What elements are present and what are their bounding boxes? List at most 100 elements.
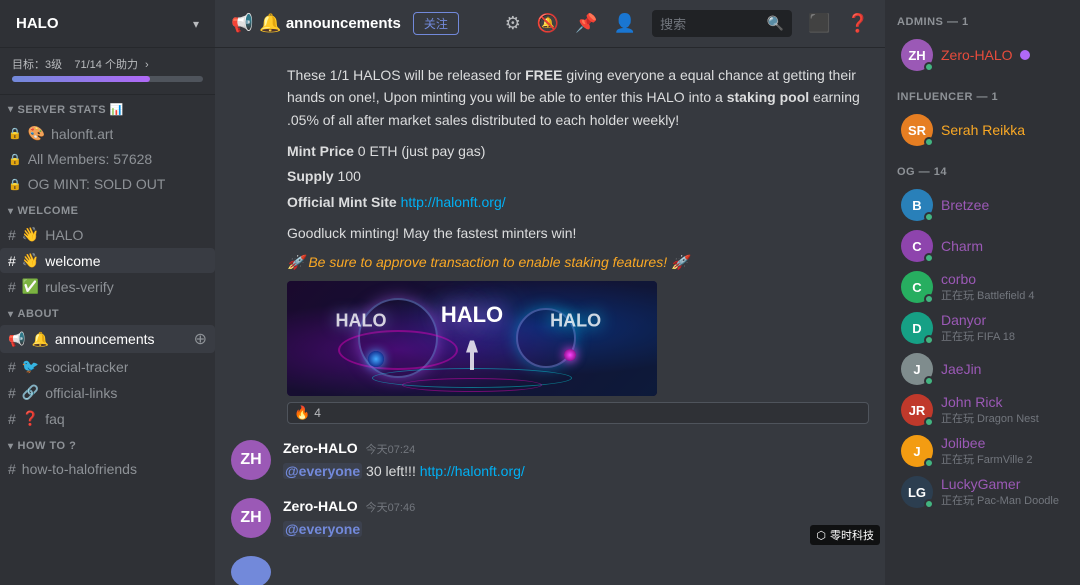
member-info-charm: Charm — [941, 238, 1064, 254]
member-status-john-rick: 正在玩 Dragon Nest — [941, 410, 1064, 426]
member-corbo[interactable]: C corbo 正在玩 Battlefield 4 — [889, 267, 1076, 307]
boost-section: 目标：3级 71/14 个助力 › — [0, 48, 215, 95]
server-header[interactable]: HALO ▾ — [0, 0, 215, 48]
hash-icon: # — [8, 385, 16, 401]
channel-halonft-art[interactable]: 🔒 🎨 halonft.art — [0, 121, 215, 146]
message-group-4 — [215, 548, 885, 585]
member-info-danyor: Danyor 正在玩 FIFA 18 — [941, 312, 1064, 344]
member-info-jaejin: JaeJin — [941, 361, 1064, 377]
section-arrow: ▾ — [8, 309, 14, 320]
halo-badge — [1020, 50, 1030, 60]
reaction-fire[interactable]: 🔥 4 — [287, 402, 869, 424]
section-arrow: ▾ — [8, 206, 14, 217]
status-dot — [924, 458, 934, 468]
message-group-1: These 1/1 HALOS will be released for FRE… — [215, 56, 885, 432]
members-icon[interactable]: 👤 — [614, 13, 636, 34]
member-name-bretzee: Bretzee — [941, 197, 1064, 213]
pin-icon[interactable]: 📌 — [575, 13, 597, 34]
member-info-jolibee: Jolibee 正在玩 FarmVille 2 — [941, 435, 1064, 467]
member-charm[interactable]: C Charm — [889, 226, 1076, 266]
message-content-3: Zero-HALO 今天07:46 @everyone — [283, 498, 869, 540]
supply-label: Supply — [287, 168, 334, 184]
message-content-2: Zero-HALO 今天07:24 @everyone 30 left!!! h… — [283, 440, 869, 482]
message-meta-3: Zero-HALO 今天07:46 — [283, 498, 869, 515]
channel-announcements[interactable]: 📢 🔔 announcements ⊕ — [0, 325, 215, 353]
bold-free: FREE — [525, 67, 562, 83]
add-channel-button[interactable]: ⊕ — [194, 329, 207, 349]
member-luckygamer[interactable]: LG LuckyGamer 正在玩 Pac-Man Doodle — [889, 472, 1076, 512]
channel-faq[interactable]: # ❓ faq — [0, 406, 215, 431]
boost-bar-fill — [12, 76, 150, 82]
channel-social-tracker[interactable]: # 🐦 social-tracker — [0, 354, 215, 379]
section-og-label: OG — 14 — [885, 158, 1080, 184]
channel-how-to-halofriends[interactable]: # how-to-halofriends — [0, 457, 215, 481]
channel-label: OG MINT: SOLD OUT — [28, 176, 166, 192]
section-label-welcome[interactable]: ▾ WELCOME — [0, 197, 215, 221]
message-body-3: @everyone — [283, 519, 869, 540]
member-jaejin[interactable]: J JaeJin — [889, 349, 1076, 389]
channel-official-links[interactable]: # 🔗 official-links — [0, 380, 215, 405]
check-emoji: ✅ — [22, 278, 39, 295]
inbox-icon[interactable]: ⬛ — [808, 13, 830, 34]
right-sidebar: ⬡ 零时科技 ADMINS — 1 ZH Zero-HALO INFLUENCE… — [885, 0, 1080, 585]
messages-container: These 1/1 HALOS will be released for FRE… — [215, 48, 885, 585]
avatar-serah: SR — [901, 114, 933, 146]
help-icon[interactable]: ❓ — [847, 13, 869, 34]
section-arrow: ▾ — [8, 441, 14, 452]
mint-price-label: Mint Price — [287, 143, 354, 159]
follow-button[interactable]: 关注 — [413, 12, 459, 35]
channel-rules-verify[interactable]: # ✅ rules-verify — [0, 274, 215, 299]
section-admins-label: ADMINS — 1 — [885, 8, 1080, 34]
section-label-server-stats[interactable]: ▾ SERVER STATS 📊 — [0, 95, 215, 120]
avatar-luckygamer: LG — [901, 476, 933, 508]
hash-icon: # — [8, 359, 16, 375]
hash-icon: # — [8, 279, 16, 295]
section-label-about[interactable]: ▾ ABOUT — [0, 300, 215, 324]
bell-mute-icon[interactable]: 🔕 — [537, 13, 559, 34]
channel-emoji: 🎨 — [28, 125, 45, 142]
channel-og-mint[interactable]: 🔒 OG MINT: SOLD OUT — [0, 172, 215, 196]
hash-icon: # — [8, 411, 16, 427]
hash-icon: # — [8, 253, 16, 269]
member-jolibee[interactable]: J Jolibee 正在玩 FarmVille 2 — [889, 431, 1076, 471]
timestamp-3: 今天07:46 — [366, 499, 416, 515]
message-body-2: @everyone 30 left!!! http://halonft.org/ — [283, 461, 869, 482]
channel-welcome[interactable]: # 👋 welcome — [0, 248, 215, 273]
member-info-serah: Serah Reikka — [941, 122, 1064, 138]
member-bretzee[interactable]: B Bretzee — [889, 185, 1076, 225]
message-text-mint: Mint Price 0 ETH (just pay gas) Supply 1… — [287, 139, 869, 215]
avatar-jaejin: J — [901, 353, 933, 385]
channel-label: halonft.art — [51, 126, 113, 142]
member-info-bretzee: Bretzee — [941, 197, 1064, 213]
member-serah[interactable]: SR Serah Reikka — [889, 110, 1076, 150]
status-dot — [924, 253, 934, 263]
status-dot — [924, 376, 934, 386]
channel-label: welcome — [45, 253, 100, 269]
channel-all-members[interactable]: 🔒 All Members: 57628 — [0, 147, 215, 171]
message-text-2: 30 left!!! — [366, 463, 420, 479]
member-info-luckygamer: LuckyGamer 正在玩 Pac-Man Doodle — [941, 476, 1064, 508]
member-info-corbo: corbo 正在玩 Battlefield 4 — [941, 271, 1064, 303]
member-zero-halo[interactable]: ZH Zero-HALO — [889, 35, 1076, 75]
member-name-jolibee: Jolibee — [941, 435, 1064, 451]
member-name-zero-halo: Zero-HALO — [941, 47, 1064, 63]
server-name: HALO — [16, 15, 59, 32]
link-2[interactable]: http://halonft.org/ — [420, 463, 525, 479]
search-bar[interactable]: 搜索 🔍 — [652, 10, 792, 37]
hash-icon: # — [8, 461, 16, 477]
member-danyor[interactable]: D Danyor 正在玩 FIFA 18 — [889, 308, 1076, 348]
member-info-zero-halo: Zero-HALO — [941, 47, 1064, 63]
avatar-bretzee: B — [901, 189, 933, 221]
channel-label: faq — [45, 411, 64, 427]
site-label: Official Mint Site — [287, 194, 397, 210]
author-2: Zero-HALO — [283, 440, 358, 456]
channel-label: HALO — [45, 227, 83, 243]
message-staking-notice: 🚀 Be sure to approve transaction to enab… — [287, 252, 869, 273]
section-label-howto[interactable]: ▾ HOW TO ? — [0, 432, 215, 456]
settings-icon[interactable]: ⚙ — [505, 13, 521, 34]
channel-halo[interactable]: # 👋 HALO — [0, 222, 215, 247]
mint-site-link[interactable]: http://halonft.org/ — [401, 194, 506, 210]
member-john-rick[interactable]: JR John Rick 正在玩 Dragon Nest — [889, 390, 1076, 430]
member-status-jolibee: 正在玩 FarmVille 2 — [941, 451, 1064, 467]
member-name-luckygamer: LuckyGamer — [941, 476, 1064, 492]
